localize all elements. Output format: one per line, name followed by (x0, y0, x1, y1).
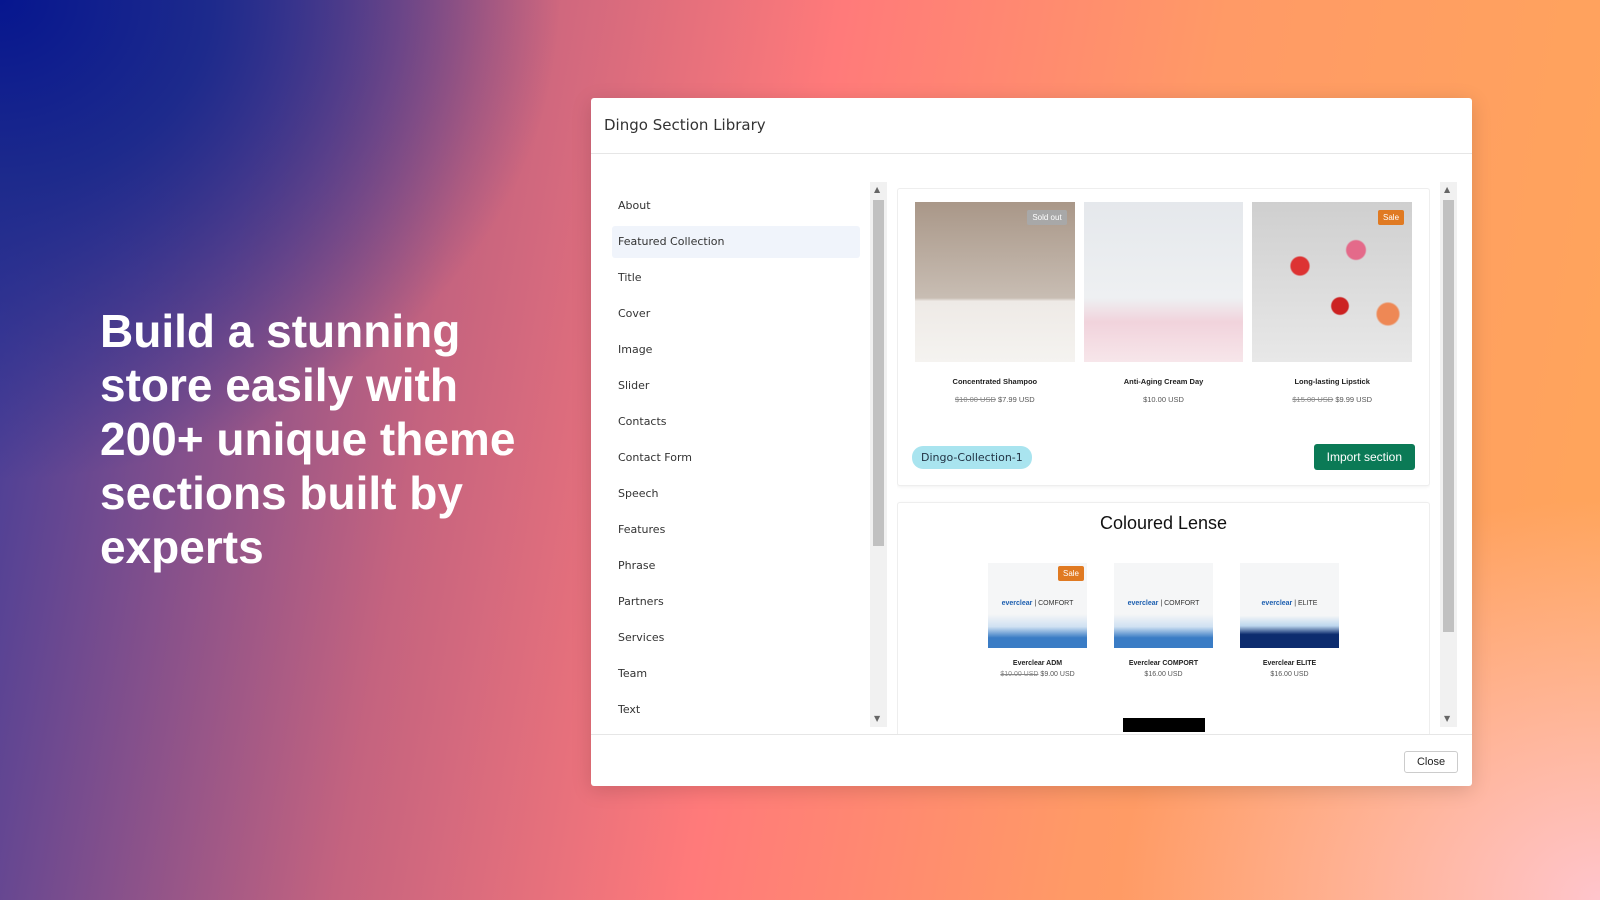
sidebar-item-title[interactable]: Title (612, 262, 860, 294)
product-line: COMFORT (1038, 600, 1074, 607)
sidebar-item-features[interactable]: Features (612, 514, 860, 546)
product-old-price: $10.00 USD (955, 395, 996, 404)
content-scrollbar[interactable]: ▲ ▼ (1440, 182, 1457, 727)
product-price: $10.00 USD (1143, 395, 1184, 404)
sidebar-item-services[interactable]: Services (612, 622, 860, 654)
close-button[interactable]: Close (1404, 751, 1458, 773)
product-card[interactable]: everclear | ELITE Everclear ELITE $16.00… (1240, 563, 1339, 678)
scroll-up-icon[interactable]: ▲ (1444, 185, 1450, 195)
section-preview-list: Sold out Concentrated Shampoo $10.00 USD… (897, 188, 1430, 734)
view-all-button[interactable] (1122, 718, 1205, 732)
scroll-up-icon[interactable]: ▲ (874, 185, 880, 195)
product-badge: Sale (1378, 210, 1405, 225)
product-name: Everclear ADM (1012, 660, 1063, 667)
product-image: Sale everclear | COMFORT (988, 563, 1087, 648)
sidebar-scrollbar[interactable]: ▲ ▼ (870, 182, 887, 727)
section-title: Coloured Lense (1099, 513, 1228, 533)
sidebar-item-speech[interactable]: Speech (612, 478, 860, 510)
hero-headline: Build a stunning store easily with 200+ … (100, 305, 516, 573)
sidebar-item-contacts[interactable]: Contacts (612, 406, 860, 438)
product-price: $7.99 USD (997, 395, 1035, 404)
sidebar-item-slider[interactable]: Slider (612, 370, 860, 402)
product-price: $9.00 USD (1040, 671, 1075, 678)
sidebar-item-about[interactable]: About (612, 190, 860, 222)
modal-title: Dingo Section Library (591, 98, 1472, 154)
product-image: everclear | COMFORT (1114, 563, 1213, 648)
product-name: Anti-Aging Cream Day (1123, 377, 1204, 386)
product-image: Sold out (915, 202, 1075, 362)
scroll-down-icon[interactable]: ▼ (1444, 714, 1450, 724)
product-card[interactable]: Sale everclear | COMFORT Everclear ADM $… (988, 563, 1087, 678)
product-old-price: $10.00 USD (1000, 671, 1039, 678)
scroll-down-icon[interactable]: ▼ (874, 714, 880, 724)
brand-logo: everclear (1127, 600, 1159, 607)
product-card[interactable]: Sold out Concentrated Shampoo $10.00 USD… (915, 202, 1075, 404)
product-price: $16.00 USD (1270, 671, 1309, 678)
sidebar-item-featured-collection[interactable]: Featured Collection (612, 226, 860, 258)
scrollbar-thumb[interactable] (1443, 200, 1454, 632)
product-badge: Sold out (1027, 210, 1067, 225)
product-line: ELITE (1298, 600, 1318, 607)
product-image (1083, 202, 1244, 362)
product-name: Everclear ELITE (1262, 660, 1317, 667)
sidebar-item-image[interactable]: Image (612, 334, 860, 366)
modal-footer: Close (591, 734, 1472, 786)
section-library-modal: Dingo Section Library About Featured Coll… (591, 98, 1472, 786)
sidebar-item-partners[interactable]: Partners (612, 586, 860, 618)
product-name: Concentrated Shampoo (952, 377, 1038, 386)
product-price: $9.99 USD (1335, 395, 1372, 404)
product-badge: Sale (1057, 566, 1084, 581)
product-name: Everclear COMPORT (1128, 660, 1199, 667)
product-old-price: $15.00 USD (1292, 395, 1334, 404)
product-line: COMFORT (1164, 600, 1200, 607)
product-card[interactable]: Sale Long-lasting Lipstick $15.00 USD $9… (1252, 202, 1413, 404)
sidebar-item-contact-form[interactable]: Contact Form (612, 442, 860, 474)
import-section-button[interactable]: Import section (1313, 444, 1415, 470)
brand-logo: everclear (1261, 600, 1293, 607)
sidebar-item-team[interactable]: Team (612, 658, 860, 690)
product-card[interactable]: Anti-Aging Cream Day $10.00 USD (1083, 202, 1244, 404)
brand-logo: everclear (1001, 600, 1033, 607)
section-tag: Dingo-Collection-1 (912, 445, 1032, 469)
product-image: Sale (1252, 202, 1413, 362)
section-card-featured-collection: Sold out Concentrated Shampoo $10.00 USD… (897, 188, 1430, 486)
product-price: $16.00 USD (1144, 671, 1183, 678)
sidebar-item-phrase[interactable]: Phrase (612, 550, 860, 582)
section-category-list: About Featured Collection Title Cover Image S… (612, 190, 860, 730)
sidebar-item-cover[interactable]: Cover (612, 298, 860, 330)
scrollbar-thumb[interactable] (873, 200, 884, 546)
sidebar-item-text[interactable]: Text (612, 694, 860, 726)
product-card[interactable]: everclear | COMFORT Everclear COMPORT $1… (1114, 563, 1213, 678)
product-image: everclear | ELITE (1240, 563, 1339, 648)
section-card-coloured-lense: Coloured Lense Sale everclear | COMFORT … (897, 502, 1430, 734)
product-name: Long-lasting Lipstick (1294, 377, 1370, 386)
